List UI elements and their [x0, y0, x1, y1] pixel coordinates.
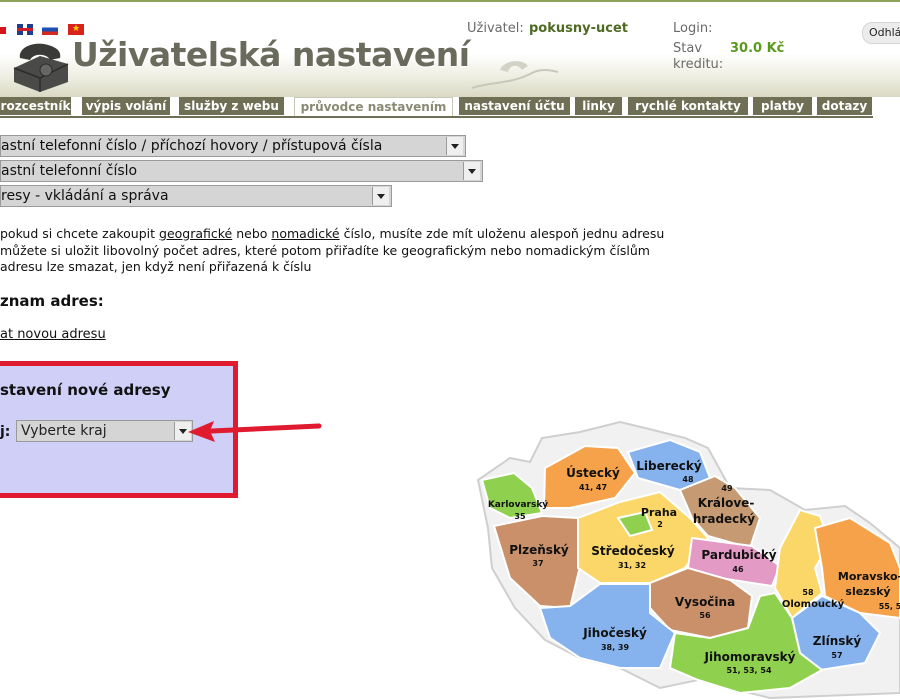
tab-dotazy[interactable]: dotazy	[817, 97, 873, 115]
credit-label-line2: kreditu:	[673, 57, 724, 72]
geographic-link[interactable]: geografické	[159, 226, 232, 241]
flag-vn-icon[interactable]: ★	[68, 24, 84, 35]
login-label: Login:	[673, 21, 713, 36]
map-code: 48	[682, 475, 694, 484]
map-label: Olomoucký	[782, 598, 845, 610]
header-top-line	[0, 0, 900, 2]
tab-linky[interactable]: linky	[575, 97, 623, 115]
subcategory-select-value: astní telefonní číslo	[1, 163, 138, 179]
tab-rozcestnik[interactable]: rozcestník	[0, 97, 72, 115]
main-tabs: rozcestník výpis volání služby z webu pr…	[0, 97, 900, 116]
map-label: Králove-	[698, 496, 755, 510]
user-label: Uživatel:	[467, 21, 524, 36]
map-code: 55, 5	[879, 602, 900, 611]
flag-ru-icon[interactable]	[42, 24, 58, 35]
map-code: 37	[532, 559, 543, 568]
map-label: Liberecký	[636, 459, 702, 473]
chevron-down-icon[interactable]	[372, 187, 389, 205]
logout-button[interactable]: Odhlá	[862, 22, 900, 44]
telephone-icon	[13, 43, 69, 92]
map-label: Zlínský	[813, 634, 862, 648]
map-label: Moravsko-	[838, 570, 900, 583]
map-code: 41, 47	[579, 483, 607, 492]
tab-vypis-volani[interactable]: výpis volání	[82, 97, 171, 115]
map-label: Ústecký	[566, 465, 620, 480]
map-label: slezský	[845, 585, 890, 598]
tab-nastaveni-uctu[interactable]: nastavení účtu	[459, 97, 571, 115]
map-code: 51, 53, 54	[726, 666, 771, 675]
tab-sluzby-z-webu[interactable]: služby z webu	[179, 97, 285, 115]
category-select-value: astní telefonní číslo / příchozí hovory …	[1, 138, 383, 154]
tabs-underline	[0, 116, 873, 118]
region-select[interactable]: Vyberte kraj	[16, 420, 193, 442]
new-address-link[interactable]: at novou adresu	[0, 327, 106, 342]
credit-value: 30.0 Kč	[730, 41, 785, 56]
tab-pruvodce-nastavenim[interactable]: průvodce nastavením	[294, 97, 453, 116]
flag-cz-icon[interactable]	[0, 20, 6, 34]
region-label: j:	[0, 424, 11, 440]
tab-rychle-kontakty[interactable]: rychlé kontakty	[628, 97, 749, 115]
info-text: nebo	[232, 226, 272, 241]
map-label: Vysočina	[675, 595, 735, 609]
region-select-value: Vyberte kraj	[21, 423, 107, 439]
map-code: 58	[802, 588, 814, 597]
info-text: pokud si chcete zakoupit	[0, 226, 160, 241]
info-line-1: pokud si chcete zakoupit geografické neb…	[0, 226, 664, 242]
map-label: Karlovarský	[488, 500, 548, 510]
map-code: 35	[514, 512, 526, 521]
tab-platby[interactable]: platby	[753, 97, 813, 115]
map-code: 38, 39	[601, 643, 630, 652]
map-code: 57	[831, 651, 842, 660]
map-code: 49	[721, 484, 733, 493]
info-text: číslo, musíte zde mít uloženu alespoň je…	[339, 226, 665, 241]
map-label: Jihomoravský	[704, 650, 796, 664]
credit-label-line1: Stav	[673, 41, 703, 56]
address-list-title: znam adres:	[0, 292, 104, 310]
regions-map: Karlovarský 35 Ústecký 41, 47 Liberecký …	[476, 420, 900, 700]
user-value: pokusny-ucet	[529, 21, 628, 36]
info-line-2: můžete si uložit libovolný počet adres, …	[0, 243, 650, 258]
map-code: 2	[657, 520, 663, 529]
map-label: Středočeský	[591, 544, 675, 558]
subcategory-select[interactable]: astní telefonní číslo	[0, 160, 483, 182]
map-label: Plzeňský	[509, 543, 569, 557]
nomadic-link[interactable]: nomadické	[271, 226, 339, 241]
chevron-down-icon[interactable]	[463, 162, 480, 180]
topic-select[interactable]: resy - vkládání a správa	[0, 185, 392, 207]
category-select[interactable]: astní telefonní číslo / příchozí hovory …	[0, 135, 466, 157]
topic-select-value: resy - vkládání a správa	[1, 188, 169, 204]
page-title: Uživatelská nastavení	[72, 35, 470, 74]
flag-uk-icon[interactable]	[17, 24, 33, 35]
info-line-3: adresu lze smazat, jen když není přiřaze…	[0, 259, 312, 274]
map-code: 31, 32	[618, 561, 646, 570]
map-label: hradecký	[693, 512, 755, 526]
map-label: Jihočeský	[582, 626, 647, 640]
phone-decoration-icon	[471, 61, 559, 89]
map-code: 56	[699, 611, 711, 620]
chevron-down-icon[interactable]	[446, 137, 463, 155]
map-label: Praha	[641, 506, 677, 519]
panel-title: stavení nové adresy	[0, 381, 171, 399]
red-arrow-annotation	[188, 421, 322, 442]
map-code: 46	[732, 565, 744, 574]
map-label: Pardubický	[701, 548, 776, 562]
